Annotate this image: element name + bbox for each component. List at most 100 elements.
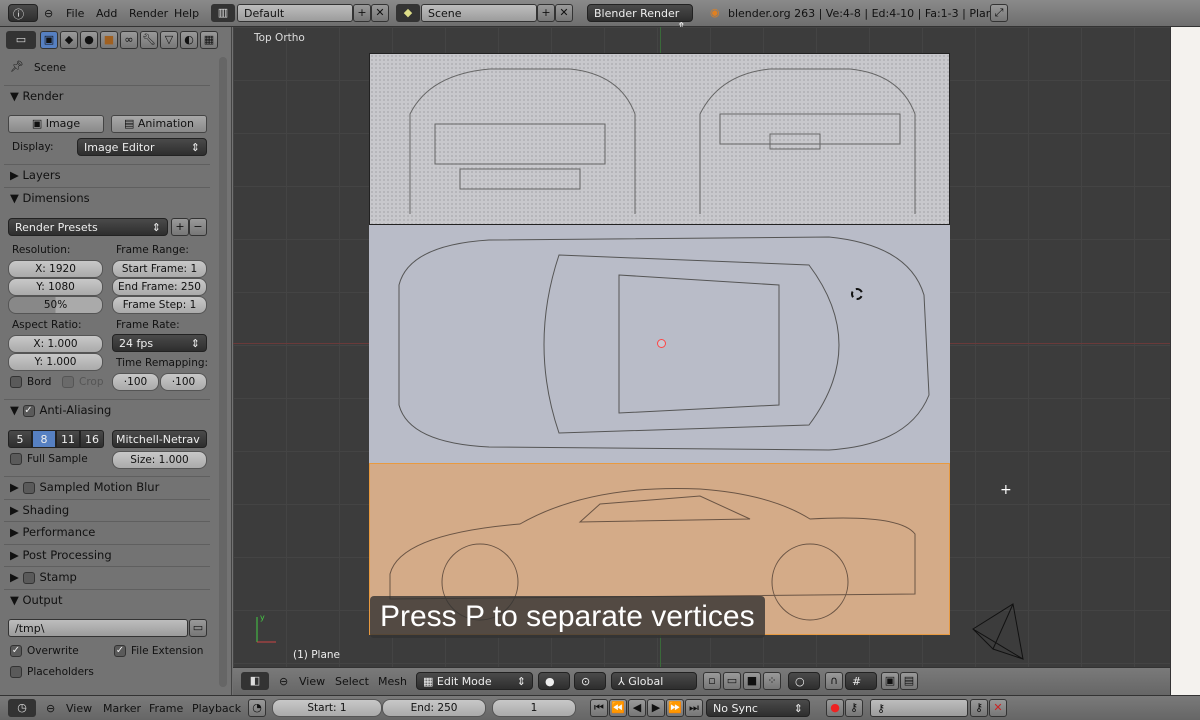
render-presets-select[interactable]: Render Presets ⇕ xyxy=(8,218,168,236)
border-checkbox[interactable]: Bord xyxy=(10,376,51,388)
output-section-header[interactable]: ▼ Output xyxy=(4,589,210,611)
add-preset-button[interactable]: + xyxy=(171,218,189,236)
3d-viewport[interactable]: Top Ortho + y (1) Plane Press P to separ… xyxy=(233,27,1170,667)
menu-view[interactable]: View xyxy=(299,675,325,688)
face-select-icon[interactable]: ■ xyxy=(743,672,761,690)
aa-samples-5[interactable]: 5 xyxy=(8,430,32,448)
aa-size-field[interactable]: Size: 1.000 xyxy=(112,451,207,469)
editor-type-info-button[interactable]: ⓘ xyxy=(8,4,38,22)
time-remap-old-field[interactable]: ·100 xyxy=(112,373,159,391)
editor-type-3d-button[interactable]: ◧ xyxy=(241,672,269,690)
vertex-select-icon[interactable]: ▫ xyxy=(703,672,721,690)
next-keyframe-icon[interactable]: ⏩ xyxy=(666,699,684,717)
menu-render[interactable]: Render xyxy=(129,7,168,20)
render-section-header[interactable]: ▼ Render xyxy=(4,85,210,107)
delete-scene-button[interactable]: ✕ xyxy=(555,4,573,22)
render-engine-select[interactable]: Blender Render⇕ xyxy=(587,4,693,33)
menu-frame[interactable]: Frame xyxy=(149,702,183,715)
occlude-geometry-icon[interactable]: ⁘ xyxy=(763,672,781,690)
display-select[interactable]: Image Editor ⇕ xyxy=(77,138,207,156)
snap-toggle-icon[interactable]: ∩ xyxy=(825,672,843,690)
menu-view[interactable]: View xyxy=(66,702,92,715)
remove-preset-button[interactable]: − xyxy=(189,218,207,236)
insert-keyframe-icon[interactable]: ⚷ xyxy=(970,699,988,717)
proportional-edit-select[interactable]: ○ xyxy=(788,672,820,690)
auto-keyframe-record-icon[interactable]: ● xyxy=(826,699,844,717)
performance-section-header[interactable]: ▶ Performance xyxy=(4,521,210,543)
lamp-icon[interactable] xyxy=(851,288,863,300)
stamp-section-header[interactable]: ▶ Stamp xyxy=(4,566,210,588)
scene-tab-icon[interactable]: ◆ xyxy=(60,31,78,49)
aa-samples-8[interactable]: 8 xyxy=(32,430,56,448)
keying-set-icon[interactable]: ⚷ xyxy=(845,699,863,717)
collapse-icon[interactable]: ⊖ xyxy=(44,7,53,20)
menu-help[interactable]: Help xyxy=(174,7,199,20)
time-remap-new-field[interactable]: ·100 xyxy=(160,373,207,391)
overwrite-checkbox[interactable]: ✓ Overwrite xyxy=(10,645,79,657)
placeholders-checkbox[interactable]: Placeholders xyxy=(10,666,94,678)
edge-select-icon[interactable]: ▭ xyxy=(723,672,741,690)
full-sample-checkbox[interactable]: Full Sample xyxy=(10,453,88,465)
prev-keyframe-icon[interactable]: ⏪ xyxy=(609,699,627,717)
3d-cursor-icon[interactable] xyxy=(657,339,666,348)
current-frame-field[interactable]: 1 xyxy=(492,699,576,717)
scene-field[interactable]: Scene xyxy=(421,4,537,22)
viewport-shading-select[interactable]: ● xyxy=(538,672,570,690)
world-tab-icon[interactable]: ● xyxy=(80,31,98,49)
add-layout-button[interactable]: + xyxy=(353,4,371,22)
preview-range-icon[interactable]: ◔ xyxy=(248,699,266,717)
menu-playback[interactable]: Playback xyxy=(192,702,241,715)
delete-keyframe-icon[interactable]: ✕ xyxy=(989,699,1007,717)
camera-icon[interactable] xyxy=(968,599,1028,661)
file-browse-icon[interactable]: ▭ xyxy=(189,619,207,637)
play-icon[interactable]: ▶ xyxy=(647,699,665,717)
end-frame-field[interactable]: End Frame: 250 xyxy=(112,278,207,296)
aspect-x-field[interactable]: X: 1.000 xyxy=(8,335,103,353)
frame-rate-select[interactable]: 24 fps ⇕ xyxy=(112,334,207,352)
pivot-select[interactable]: ⊙ xyxy=(574,672,606,690)
motion-blur-section-header[interactable]: ▶ Sampled Motion Blur xyxy=(4,476,210,498)
menu-file[interactable]: File xyxy=(66,7,84,20)
resolution-x-field[interactable]: X: 1920 xyxy=(8,260,103,278)
frame-step-field[interactable]: Frame Step: 1 xyxy=(112,296,207,314)
shading-section-header[interactable]: ▶ Shading xyxy=(4,499,210,521)
aspect-y-field[interactable]: Y: 1.000 xyxy=(8,353,103,371)
sync-select[interactable]: No Sync ⇕ xyxy=(706,699,810,717)
menu-select[interactable]: Select xyxy=(335,675,369,688)
menu-add[interactable]: Add xyxy=(96,7,117,20)
delete-layout-button[interactable]: ✕ xyxy=(371,4,389,22)
constraints-tab-icon[interactable]: ∞ xyxy=(120,31,138,49)
material-tab-icon[interactable]: ◐ xyxy=(180,31,198,49)
snap-element-select[interactable]: # xyxy=(845,672,877,690)
side-image-editor[interactable] xyxy=(1170,27,1200,695)
stamp-checkbox[interactable] xyxy=(22,571,35,584)
pin-icon[interactable]: 📌︎ xyxy=(10,60,24,73)
jump-end-icon[interactable]: ⏭ xyxy=(685,699,703,717)
texture-tab-icon[interactable]: ▦ xyxy=(200,31,218,49)
anti-aliasing-checkbox[interactable]: ✓ xyxy=(22,404,35,417)
render-still-icon[interactable]: ▣ xyxy=(881,672,899,690)
end-frame-field[interactable]: End: 250 xyxy=(382,699,486,717)
properties-scrollbar[interactable] xyxy=(219,57,227,687)
collapse-icon[interactable]: ⊖ xyxy=(46,702,55,715)
render-animation-button[interactable]: ▤ Animation xyxy=(111,115,207,133)
crop-checkbox[interactable]: Crop xyxy=(62,376,104,388)
editor-type-timeline-button[interactable]: ◷ xyxy=(8,699,36,717)
render-tab-icon[interactable]: ▣ xyxy=(40,31,58,49)
add-scene-button[interactable]: + xyxy=(537,4,555,22)
resolution-y-field[interactable]: Y: 1080 xyxy=(8,278,103,296)
active-keying-set-field[interactable]: ⚷ xyxy=(870,699,968,717)
motion-blur-checkbox[interactable] xyxy=(22,481,35,494)
layout-field[interactable]: Default xyxy=(237,4,353,22)
editor-type-properties-button[interactable]: ▭ xyxy=(6,31,36,49)
object-tab-icon[interactable]: ■ xyxy=(100,31,118,49)
start-frame-field[interactable]: Start Frame: 1 xyxy=(112,260,207,278)
scene-icon[interactable]: ◆ xyxy=(396,4,420,22)
dimensions-section-header[interactable]: ▼ Dimensions xyxy=(4,187,210,209)
start-frame-field[interactable]: Start: 1 xyxy=(272,699,382,717)
layers-section-header[interactable]: ▶ Layers xyxy=(4,164,210,186)
collapse-icon[interactable]: ⊖ xyxy=(279,675,288,688)
menu-marker[interactable]: Marker xyxy=(103,702,141,715)
transform-orientation-select[interactable]: ⅄ Global xyxy=(611,672,697,690)
file-extension-checkbox[interactable]: ✓ File Extension xyxy=(114,645,203,657)
